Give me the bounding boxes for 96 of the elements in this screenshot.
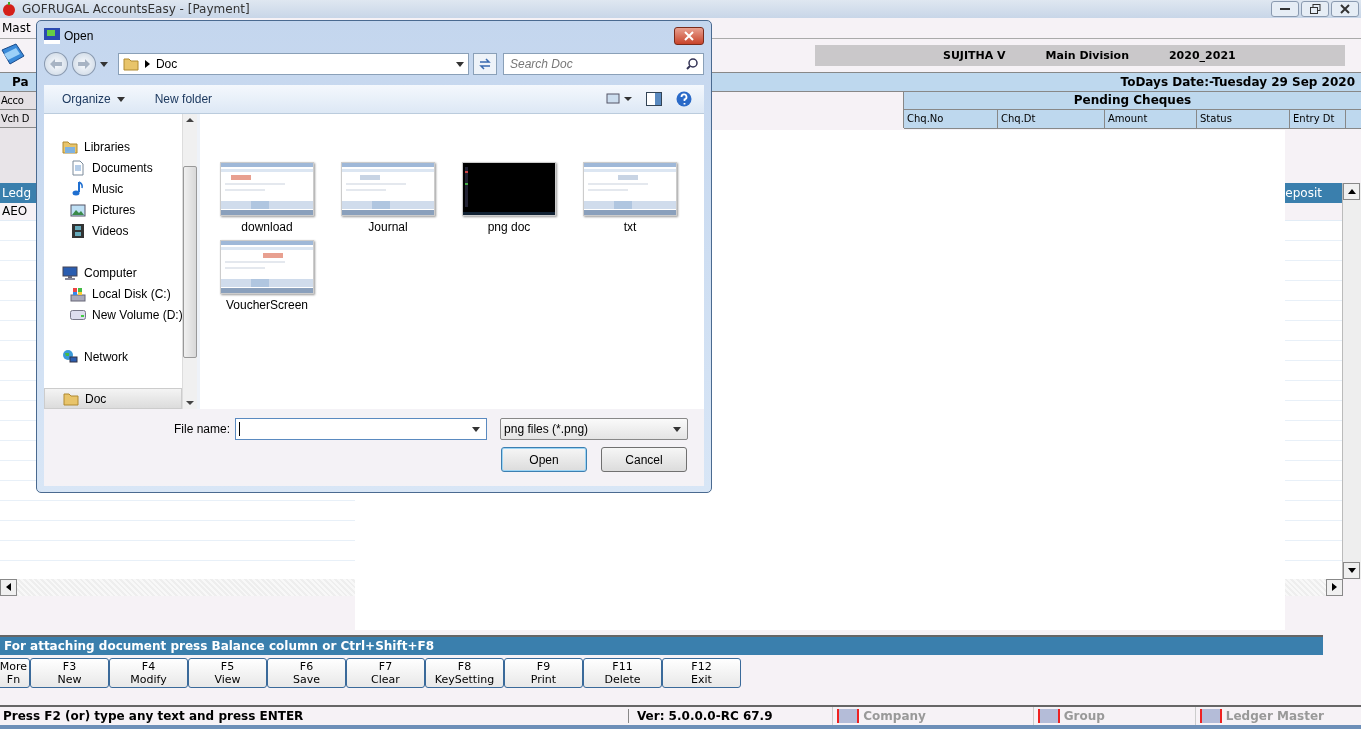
status-message: Press F2 (or) type any text and press ENTER	[2, 709, 305, 724]
close-icon	[1340, 3, 1350, 14]
forward-arrow-icon	[77, 59, 90, 69]
file-item[interactable]: VoucherScreen	[220, 240, 314, 318]
close-button[interactable]	[1331, 0, 1359, 17]
scrollbar-thumb[interactable]	[183, 165, 198, 358]
restore-icon	[1309, 3, 1321, 14]
film-icon	[70, 222, 86, 239]
column-header: Status	[1197, 110, 1290, 129]
caret-icon	[116, 96, 125, 102]
nav-item[interactable]: Local Disk (C:)	[44, 283, 183, 304]
file-type-dropdown[interactable]: png files (*.png)	[500, 418, 689, 440]
network-globe-icon	[62, 348, 78, 365]
folder-icon	[63, 390, 79, 407]
function-key-button[interactable]: More Fn	[0, 658, 30, 689]
function-key-button[interactable]: F4 Modify	[109, 658, 188, 689]
dialog-button[interactable]: Open	[501, 447, 587, 472]
caret-icon	[472, 426, 481, 432]
function-key-button[interactable]: F11 Delete	[583, 658, 662, 689]
dialog-title: Open	[64, 29, 94, 43]
nav-item[interactable]: Libraries	[44, 136, 183, 157]
file-item[interactable]: png doc	[462, 162, 556, 240]
user-name: SUJITHA V	[943, 48, 1006, 62]
nav-item[interactable]: Doc	[44, 388, 183, 409]
close-icon	[684, 31, 694, 41]
scroll-down-button[interactable]	[1343, 561, 1360, 579]
swatch-icon	[837, 709, 860, 724]
up-arrow-icon	[1347, 188, 1356, 194]
swatch-icon	[1199, 709, 1222, 724]
column-header: Chq.No	[904, 110, 998, 129]
nav-item[interactable]: Music	[44, 178, 183, 199]
file-item[interactable]: Journal	[341, 162, 435, 240]
chevron-icon	[144, 60, 150, 68]
menu-item[interactable]: Mast	[2, 20, 31, 35]
refresh-button[interactable]	[473, 53, 497, 75]
function-key-button[interactable]: F9 Print	[504, 658, 583, 689]
function-key-button[interactable]: F8 KeySetting	[425, 658, 504, 689]
landscape-icon	[70, 201, 86, 218]
column-header: Amount	[1105, 110, 1197, 129]
view-icon[interactable]	[606, 93, 632, 105]
down-arrow-icon	[1347, 567, 1356, 573]
nav-item[interactable]: Videos	[44, 220, 183, 241]
minimize-button[interactable]	[1271, 0, 1299, 17]
function-key-button[interactable]: F5 View	[188, 658, 267, 689]
restore-button[interactable]	[1301, 0, 1329, 17]
left-arrow-icon	[6, 583, 11, 592]
financial-year: 2020_2021	[1168, 48, 1236, 62]
nav-item[interactable]: Pictures	[44, 199, 183, 220]
toolbar-button[interactable]: Organize	[62, 92, 125, 106]
right-arrow-icon	[1332, 583, 1337, 592]
preview-pane-icon[interactable]	[646, 92, 662, 106]
swatch-icon	[1037, 709, 1060, 724]
file-item[interactable]: download	[220, 162, 314, 240]
nav-item[interactable]: Documents	[44, 157, 183, 178]
close-button[interactable]	[674, 27, 704, 45]
caret-icon	[456, 61, 465, 67]
address-bar[interactable]: Doc	[117, 53, 470, 75]
table-cell: AEO	[2, 203, 28, 218]
file-name-field[interactable]	[235, 418, 488, 440]
help-icon[interactable]	[676, 91, 692, 107]
dialog-button[interactable]: Cancel	[601, 447, 687, 472]
file-item[interactable]: txt	[583, 162, 677, 240]
hint-bar: For attaching document press Balance column or Ctrl+Shift+F8	[0, 635, 1323, 656]
computer-icon	[62, 264, 78, 281]
hard-disk-icon	[70, 285, 86, 302]
panel-title: Pa	[12, 75, 29, 90]
document-icon	[70, 159, 86, 176]
function-key-button[interactable]: F12 Exit	[662, 658, 741, 689]
column-header: eposit	[1285, 185, 1322, 200]
window-title: GOFRUGAL AccountsEasy - [Payment]	[22, 1, 250, 16]
pending-cheques-header: Pending Cheques	[904, 92, 1361, 111]
library-folder-icon	[62, 138, 78, 155]
function-key-button[interactable]: F6 Save	[267, 658, 346, 689]
search-field[interactable]: Search Doc	[503, 53, 704, 75]
nav-item[interactable]: New Volume (D:)	[44, 304, 183, 325]
app-icon	[44, 28, 60, 44]
division-name: Main Division	[1045, 48, 1129, 62]
column-header: Chq.Dt	[998, 110, 1105, 129]
scroll-up-button[interactable]	[1343, 182, 1360, 200]
toolbar-button[interactable]: New folder	[154, 92, 213, 106]
date-label: ToDays Date:-Tuesday 29 Sep 2020	[1120, 75, 1355, 90]
column-header: Entry Dt	[1290, 110, 1346, 129]
nav-item[interactable]: Network	[44, 346, 183, 367]
search-icon	[686, 58, 698, 70]
apple-icon	[2, 1, 16, 17]
refresh-icon	[478, 58, 493, 70]
column-header: Ledg	[2, 185, 32, 200]
back-arrow-icon	[49, 59, 62, 69]
music-note-icon	[70, 180, 86, 197]
function-key-button[interactable]: F7 Clear	[346, 658, 425, 689]
caret-icon	[673, 426, 682, 432]
history-caret-icon	[99, 61, 108, 67]
nav-item[interactable]: Computer	[44, 262, 183, 283]
file-name-label: File name:	[174, 422, 231, 436]
version-label: Ver: 5.0.0.0-RC 67.9	[627, 709, 833, 724]
function-key-button[interactable]: F3 New	[30, 658, 109, 689]
